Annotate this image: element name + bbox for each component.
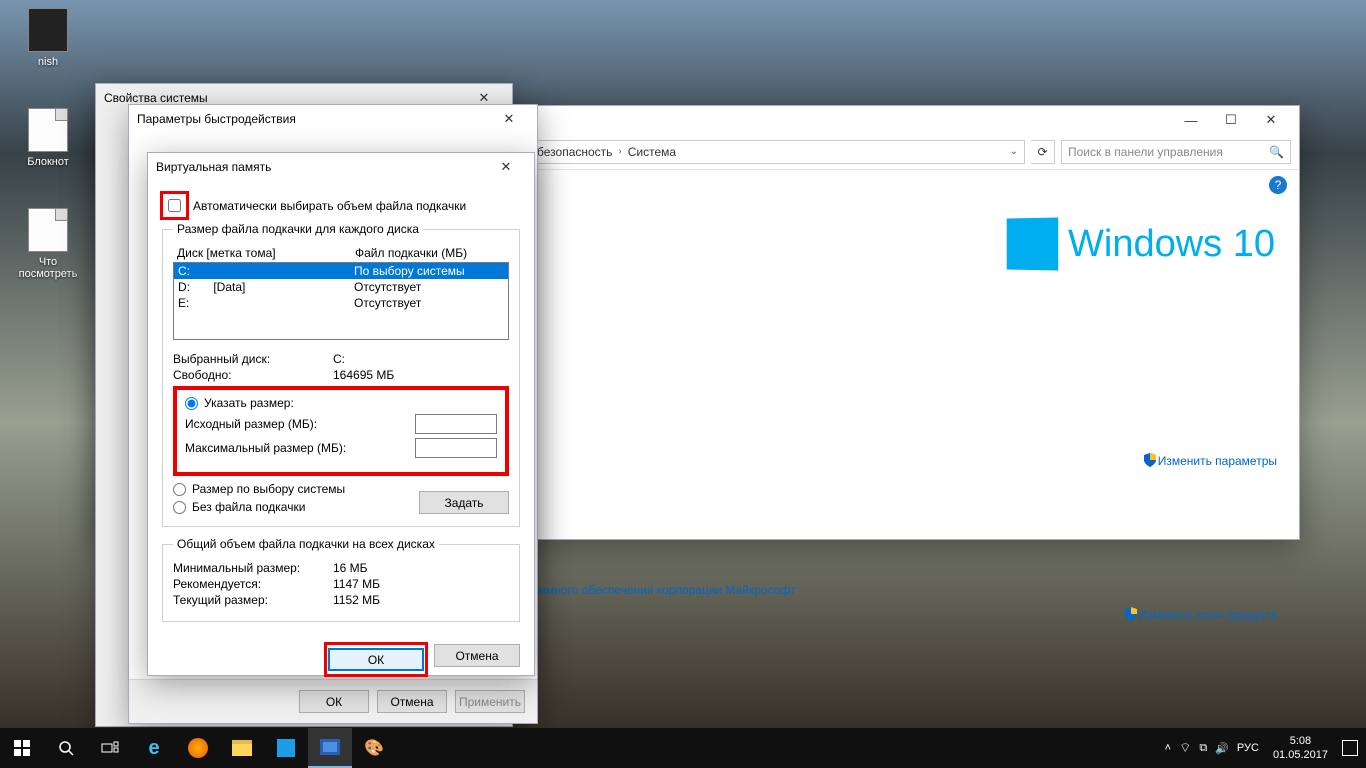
maximize-button[interactable]: ☐ (1211, 106, 1251, 134)
total-legend: Общий объем файла подкачки на всех диска… (173, 537, 439, 551)
drive-legend: Размер файла подкачки для каждого диска (173, 222, 423, 236)
auto-manage-checkbox[interactable] (168, 199, 181, 212)
change-settings-link[interactable]: Изменить параметры (1144, 454, 1277, 468)
ok-button[interactable]: ОК (299, 690, 369, 713)
bluetooth-icon[interactable]: ⌔ (1179, 740, 1191, 756)
initial-size-label: Исходный размер (МБ): (185, 417, 317, 431)
set-button[interactable]: Задать (419, 491, 509, 514)
help-icon[interactable]: ? (1269, 176, 1287, 194)
virtual-memory-window: Виртуальная память ✕ Автоматически выбир… (147, 152, 535, 676)
cur-label: Текущий размер: (173, 593, 333, 607)
dialog-footer: ОК Отмена Применить (129, 679, 537, 723)
store-icon[interactable] (264, 728, 308, 768)
drive-row[interactable]: D: [Data] Отсутствует (174, 279, 508, 295)
close-button[interactable]: ✕ (1251, 106, 1291, 134)
taskview-button[interactable] (88, 728, 132, 768)
refresh-button[interactable]: ⟳ (1031, 140, 1055, 164)
drive-list-header: Диск [метка тома] Файл подкачки (МБ) (173, 244, 509, 262)
cur-value: 1152 МБ (333, 593, 380, 607)
search-button[interactable] (44, 728, 88, 768)
desktop-icon[interactable]: Что посмотреть (12, 208, 84, 280)
window-title: Параметры быстродействия (137, 112, 296, 126)
drive-row[interactable]: C: По выбору системы (174, 263, 508, 279)
drive-list[interactable]: C: По выбору системы D: [Data] Отсутству… (173, 262, 509, 340)
taskbar-clock[interactable]: 5:08 01.05.2017 (1267, 734, 1334, 762)
language-indicator[interactable]: РУС (1237, 742, 1259, 754)
initial-size-input[interactable] (415, 414, 497, 434)
drive-fieldset: Размер файла подкачки для каждого диска … (162, 222, 520, 527)
drive-row[interactable]: E: Отсутствует (174, 295, 508, 311)
windows-logo: Windows 10 (1006, 218, 1275, 270)
firefox-icon[interactable] (176, 728, 220, 768)
system-tray[interactable]: ˄ ⌔ ⧉ 🔊 РУС 5:08 01.05.2017 (1157, 734, 1366, 762)
file-icon (28, 208, 68, 252)
search-icon: 🔍 (1269, 145, 1284, 159)
paint-icon[interactable]: 🎨 (352, 728, 396, 768)
auto-manage-label: Автоматически выбирать объем файла подка… (193, 199, 466, 213)
desktop-icon[interactable]: nish (12, 8, 84, 68)
edge-icon[interactable]: e (132, 728, 176, 768)
titlebar[interactable]: Параметры быстродействия ✕ (129, 105, 537, 133)
no-paging-radio[interactable]: Без файла подкачки (173, 500, 345, 514)
rec-value: 1147 МБ (333, 577, 380, 591)
min-label: Минимальный размер: (173, 561, 333, 575)
taskbar[interactable]: e 🎨 ˄ ⌔ ⧉ 🔊 РУС 5:08 01.05.2017 (0, 728, 1366, 768)
total-fieldset: Общий объем файла подкачки на всех диска… (162, 537, 520, 622)
cancel-button[interactable]: Отмена (434, 644, 520, 667)
highlight-box: ОК (326, 644, 426, 675)
volume-icon[interactable]: 🔊 (1215, 742, 1229, 755)
breadcrumb-item[interactable]: безопасность (537, 145, 612, 159)
selected-drive-label: Выбранный диск: (173, 352, 333, 366)
search-placeholder: Поиск в панели управления (1068, 145, 1223, 159)
file-icon (28, 8, 68, 52)
icon-label: Блокнот (12, 156, 84, 168)
max-size-input[interactable] (415, 438, 497, 458)
window-title: Виртуальная память (156, 160, 271, 174)
highlight-box: Указать размер: Исходный размер (МБ): Ма… (173, 386, 509, 476)
close-button[interactable]: ✕ (486, 153, 526, 181)
file-icon (28, 108, 68, 152)
notifications-icon[interactable] (1342, 740, 1358, 756)
ok-button[interactable]: ОК (328, 648, 424, 671)
highlight-box (162, 193, 187, 218)
free-space-label: Свободно: (173, 368, 333, 382)
chevron-down-icon[interactable]: ⌄ (1010, 146, 1018, 157)
rec-label: Рекомендуется: (173, 577, 333, 591)
desktop-icon[interactable]: Блокнот (12, 108, 84, 168)
max-size-label: Максимальный размер (МБ): (185, 441, 346, 455)
minimize-button[interactable]: — (1171, 106, 1211, 134)
chevron-right-icon: › (618, 146, 621, 157)
tray-chevron-icon[interactable]: ˄ (1165, 742, 1171, 754)
apply-button[interactable]: Применить (455, 690, 525, 713)
icon-label: Что посмотреть (12, 256, 84, 280)
close-button[interactable]: ✕ (489, 105, 529, 133)
change-key-link[interactable]: Изменить ключ продукта (1125, 608, 1277, 622)
system-managed-radio[interactable]: Размер по выбору системы (173, 482, 345, 496)
network-icon[interactable]: ⧉ (1199, 742, 1207, 755)
min-value: 16 МБ (333, 561, 368, 575)
icon-label: nish (12, 56, 84, 68)
titlebar[interactable]: Виртуальная память ✕ (148, 153, 534, 181)
custom-size-radio[interactable]: Указать размер: (185, 396, 497, 410)
shield-icon (1125, 607, 1137, 621)
shield-icon (1144, 453, 1156, 467)
window-title: Свойства системы (104, 91, 208, 105)
control-panel-taskbar-icon[interactable] (308, 728, 352, 768)
breadcrumb-item[interactable]: Система (628, 145, 676, 159)
selected-drive: C: (333, 352, 345, 366)
start-button[interactable] (0, 728, 44, 768)
search-input[interactable]: Поиск в панели управления 🔍 (1061, 140, 1291, 164)
explorer-icon[interactable] (220, 728, 264, 768)
dialog-footer: ОК Отмена (148, 634, 534, 685)
cancel-button[interactable]: Отмена (377, 690, 447, 713)
free-space: 164695 МБ (333, 368, 394, 382)
